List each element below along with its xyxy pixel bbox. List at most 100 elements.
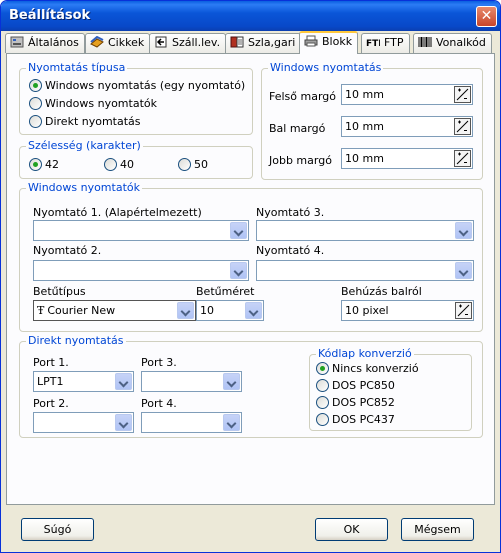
right-margin-value: 10 mm — [345, 152, 384, 165]
print-type-option-direct[interactable]: Direkt nyomtatás — [29, 115, 141, 128]
chevron-down-icon[interactable] — [455, 222, 472, 239]
items-icon — [90, 36, 104, 48]
width-legend: Szélesség (karakter) — [26, 139, 143, 152]
codepage-option-pc437[interactable]: DOS PC437 — [316, 413, 395, 426]
tab-barcode[interactable]: Vonalkód — [413, 33, 492, 53]
printer1-select[interactable] — [33, 220, 249, 241]
width-option-50[interactable]: 50 — [178, 158, 208, 171]
codepage-option-pc850[interactable]: DOS PC850 — [316, 379, 395, 392]
windows-printers-legend: Windows nyomtatók — [26, 181, 142, 194]
port1-select[interactable]: LPT1 — [33, 371, 134, 392]
radio-unselected — [316, 413, 329, 426]
top-margin-spin-button[interactable] — [454, 86, 471, 103]
spin-icon — [457, 304, 470, 317]
direct-print-legend: Direkt nyomtatás — [26, 334, 126, 347]
windows-printers-group: Windows nyomtatók Nyomtató 1. (Alapértel… — [19, 181, 483, 332]
tab-general[interactable]: Általános — [5, 33, 85, 53]
radio-selected — [29, 79, 42, 92]
chevron-down-icon[interactable] — [115, 373, 132, 390]
svg-text:FTP: FTP — [366, 39, 380, 48]
radio-selected — [316, 362, 329, 375]
tab-items[interactable]: Cikkek — [85, 33, 151, 53]
spin-icon — [456, 88, 469, 101]
tab-receipt[interactable]: Blokk — [299, 31, 359, 54]
ok-button[interactable]: OK — [315, 518, 388, 541]
radio-label: Direkt nyomtatás — [45, 115, 141, 128]
font-size-value: 10 — [200, 304, 214, 317]
codepage-option-pc852[interactable]: DOS PC852 — [316, 396, 395, 409]
radio-label: Nincs konverzió — [332, 362, 419, 375]
print-type-legend: Nyomtatás típusa — [26, 61, 128, 74]
port2-select[interactable] — [33, 412, 134, 433]
left-margin-label: Bal margó — [269, 122, 326, 135]
port4-label: Port 4. — [141, 397, 177, 410]
print-type-option-single[interactable]: Windows nyomtatás (egy nyomtató) — [29, 79, 245, 92]
help-button[interactable]: Súgó — [21, 518, 94, 541]
codepage-option-none[interactable]: Nincs konverzió — [316, 362, 419, 375]
radio-label: 50 — [194, 158, 208, 171]
receipt-tab-panel: Nyomtatás típusa Windows nyomtatás (egy … — [6, 53, 495, 505]
printer-icon — [304, 35, 318, 47]
width-option-40[interactable]: 40 — [104, 158, 134, 171]
codepage-group: Kódlap konverzió Nincs konverzió DOS PC8… — [309, 347, 472, 431]
chevron-down-icon[interactable] — [245, 302, 262, 319]
tab-delivery-notes[interactable]: Száll.lev. — [149, 33, 227, 53]
barcode-icon — [418, 37, 432, 47]
font-size-label: Betűméret — [196, 285, 255, 298]
windows-print-group: Windows nyomtatás Felső margó 10 mm Bal … — [261, 61, 483, 180]
printer4-select[interactable] — [256, 260, 474, 281]
close-button[interactable]: ✕ — [476, 6, 497, 27]
font-label: Betűtípus — [33, 285, 86, 298]
left-margin-value: 10 mm — [345, 120, 384, 133]
radio-label: 40 — [120, 158, 134, 171]
radio-unselected — [29, 115, 42, 128]
title-bar[interactable]: Beállítások ✕ — [1, 1, 500, 31]
right-margin-spin-button[interactable] — [454, 150, 471, 167]
printer3-select[interactable] — [256, 220, 474, 241]
left-margin-input[interactable]: 10 mm — [341, 116, 473, 137]
tab-invoices[interactable]: Szla,gari — [225, 33, 302, 53]
tab-label: Vonalkód — [436, 36, 486, 49]
ftp-icon: FTP — [366, 39, 380, 48]
radio-unselected — [29, 97, 42, 110]
chevron-down-icon[interactable] — [230, 262, 247, 279]
cancel-button[interactable]: Mégsem — [401, 518, 474, 541]
indent-input[interactable]: 10 pixel — [341, 300, 474, 321]
tab-label: Általános — [28, 36, 79, 49]
radio-selected — [29, 158, 42, 171]
printer3-label: Nyomtató 3. — [256, 206, 325, 219]
spin-icon — [456, 120, 469, 133]
printer2-select[interactable] — [33, 260, 249, 281]
chevron-down-icon[interactable] — [230, 222, 247, 239]
width-group: Szélesség (karakter) 42 40 50 — [19, 139, 253, 179]
print-type-option-multiple[interactable]: Windows nyomtatók — [29, 97, 157, 110]
radio-label: Windows nyomtatás (egy nyomtató) — [45, 79, 246, 92]
top-margin-input[interactable]: 10 mm — [341, 84, 473, 105]
chevron-down-icon[interactable] — [223, 373, 240, 390]
font-value: Courier New — [47, 304, 116, 317]
font-size-select[interactable]: 10 — [196, 300, 264, 321]
port1-label: Port 1. — [33, 356, 69, 369]
font-select[interactable]: Ŧ Courier New — [33, 300, 196, 321]
windows-print-legend: Windows nyomtatás — [268, 61, 384, 74]
top-margin-value: 10 mm — [345, 88, 384, 101]
tab-label: FTP — [384, 36, 404, 49]
radio-unselected — [178, 158, 191, 171]
chevron-down-icon[interactable] — [455, 262, 472, 279]
port4-select[interactable] — [141, 412, 242, 433]
radio-label: DOS PC852 — [332, 396, 395, 409]
right-margin-input[interactable]: 10 mm — [341, 148, 473, 169]
indent-spin-button[interactable] — [455, 302, 472, 319]
tab-label: Cikkek — [108, 36, 145, 49]
chevron-down-icon[interactable] — [177, 302, 194, 319]
port3-select[interactable] — [141, 371, 242, 392]
tab-label: Szla,gari — [248, 36, 296, 49]
tab-ftp[interactable]: FTP FTP — [361, 33, 410, 53]
left-margin-spin-button[interactable] — [454, 118, 471, 135]
spin-icon — [456, 152, 469, 165]
chevron-down-icon[interactable] — [115, 414, 132, 431]
radio-label: 42 — [45, 158, 59, 171]
width-option-42[interactable]: 42 — [29, 158, 59, 171]
chevron-down-icon[interactable] — [223, 414, 240, 431]
tab-label: Blokk — [322, 35, 353, 48]
